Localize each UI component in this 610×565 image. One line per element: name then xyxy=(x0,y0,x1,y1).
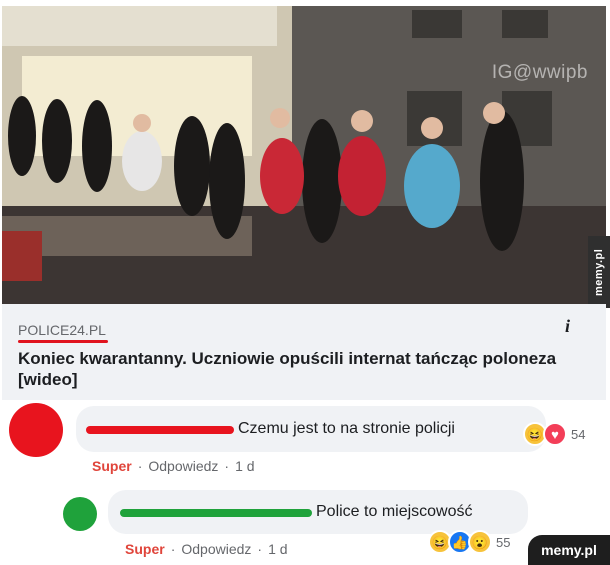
reaction-count: 54 xyxy=(571,426,586,442)
info-icon[interactable]: i xyxy=(565,316,570,337)
comment-text: Czemu jest to na stronie policji xyxy=(238,420,455,437)
like-button[interactable]: Super xyxy=(125,541,165,557)
reply-button[interactable]: Odpowiedz xyxy=(181,541,251,557)
link-preview-card[interactable]: POLICE24.PL i Koniec kwarantanny. Ucznio… xyxy=(2,304,606,400)
commenter-name-redacted[interactable] xyxy=(86,426,234,434)
like-button[interactable]: Super xyxy=(92,458,132,474)
link-headline[interactable]: Koniec kwarantanny. Uczniowie opuścili i… xyxy=(18,348,588,390)
separator: · xyxy=(257,541,263,557)
video-thumbnail[interactable]: IG@wwipb xyxy=(2,6,606,304)
love-icon: ♥ xyxy=(543,422,567,446)
photo-scene xyxy=(2,6,606,304)
comment-actions: Super · Odpowiedz · 1 d xyxy=(125,541,288,557)
bottom-watermark: memy.pl xyxy=(528,535,610,565)
separator: · xyxy=(224,458,230,474)
separator: · xyxy=(137,458,143,474)
wow-icon: 😮 xyxy=(468,530,492,554)
reactions-summary[interactable]: 😆 👍 😮 55 xyxy=(428,530,510,554)
comment-timestamp[interactable]: 1 d xyxy=(268,541,287,557)
avatar[interactable] xyxy=(9,403,63,457)
reaction-count: 55 xyxy=(496,534,511,550)
avatar[interactable] xyxy=(63,497,97,531)
reply-button[interactable]: Odpowiedz xyxy=(148,458,218,474)
side-watermark: memy.pl xyxy=(588,236,610,308)
separator: · xyxy=(170,541,176,557)
comment-actions: Super · Odpowiedz · 1 d xyxy=(92,458,255,474)
reactions-summary[interactable]: 😆 ♥ 54 xyxy=(523,422,585,446)
instagram-watermark: IG@wwipb xyxy=(491,62,588,83)
link-source[interactable]: POLICE24.PL xyxy=(18,322,106,338)
comment-text: Police to miejscowość xyxy=(316,503,473,520)
source-highlight xyxy=(18,340,108,343)
commenter-name-redacted[interactable] xyxy=(120,509,312,517)
comment-timestamp[interactable]: 1 d xyxy=(235,458,254,474)
